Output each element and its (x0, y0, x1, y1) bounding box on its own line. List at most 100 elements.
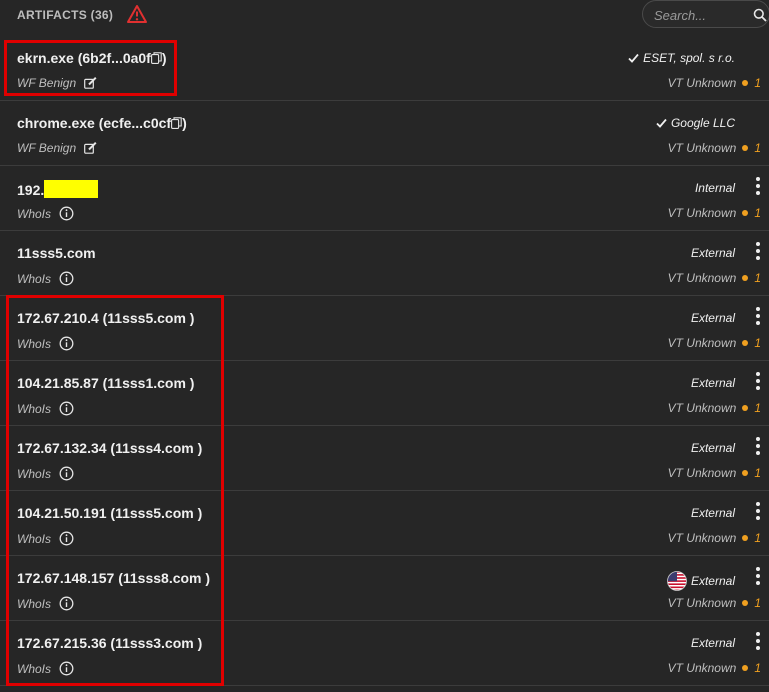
vt-dot-icon (742, 210, 749, 216)
warning-icon[interactable] (126, 4, 148, 24)
artifact-row[interactable]: chrome.exe (ecfe...c0cf) WF Benign Googl… (0, 101, 769, 166)
artifact-subinfo: WhoIs (17, 206, 74, 221)
artifact-name-suffix: ) (182, 115, 187, 131)
check-icon (628, 53, 639, 63)
more-menu-icon[interactable] (755, 502, 761, 520)
vt-dot-icon (742, 535, 749, 541)
artifact-subinfo: WF Benign (17, 141, 97, 155)
vt-status: VT Unknown 1 (668, 76, 761, 90)
copy-icon[interactable] (171, 115, 182, 131)
highlight-box-external-ips (6, 295, 224, 686)
artifact-title[interactable]: chrome.exe (ecfe...c0cf) (17, 115, 187, 131)
vt-label: VT Unknown (667, 271, 737, 285)
artifact-tag: External (690, 506, 735, 520)
vt-count: 1 (754, 401, 761, 415)
artifact-tag: External (690, 311, 735, 325)
edit-icon[interactable] (84, 142, 97, 154)
vt-count: 1 (754, 336, 761, 350)
artifact-tag-group: ESET, spol. s r.o. (628, 51, 735, 65)
vt-status: VT Unknown 1 (668, 531, 761, 545)
vt-label: VT Unknown (667, 401, 737, 415)
vt-count: 1 (754, 141, 761, 155)
artifact-tag-group: External (691, 376, 735, 390)
vt-count: 1 (754, 271, 761, 285)
artifact-verdict: WF Benign (17, 141, 77, 155)
artifact-tag-group: Internal (695, 181, 735, 195)
vt-dot-icon (742, 145, 749, 151)
vt-label: VT Unknown (667, 596, 737, 610)
vt-dot-icon (742, 665, 749, 671)
vt-count: 1 (754, 466, 761, 480)
artifact-name: 192. (17, 182, 45, 198)
artifact-tag: External (690, 376, 735, 390)
vt-status: VT Unknown 1 (668, 206, 761, 220)
vt-count: 1 (754, 596, 761, 610)
more-menu-icon[interactable] (755, 242, 761, 260)
highlight-box-first-artifact (4, 40, 177, 96)
artifact-tag-group: Google LLC (656, 116, 735, 130)
vt-dot-icon (742, 405, 749, 411)
us-flag-icon (667, 571, 687, 591)
artifact-tag: External (690, 636, 735, 650)
vt-dot-icon (742, 470, 749, 476)
vt-dot-icon (742, 600, 749, 606)
vt-status: VT Unknown 1 (668, 401, 761, 415)
vt-status: VT Unknown 1 (668, 596, 761, 610)
artifact-tag: External (690, 246, 735, 260)
artifact-verdict: WhoIs (17, 271, 52, 286)
artifact-tag: Internal (694, 181, 735, 195)
artifact-tag: Google LLC (670, 116, 735, 130)
artifact-title[interactable]: 11sss5.com (17, 245, 96, 261)
info-icon[interactable] (59, 271, 74, 286)
vt-dot-icon (742, 80, 749, 86)
artifact-row[interactable]: 11sss5.com WhoIs External VT Unknown 1 (0, 231, 769, 296)
check-icon (656, 118, 667, 128)
vt-status: VT Unknown 1 (668, 271, 761, 285)
more-menu-icon[interactable] (755, 372, 761, 390)
vt-label: VT Unknown (667, 466, 737, 480)
vt-status: VT Unknown 1 (668, 336, 761, 350)
vt-count: 1 (754, 531, 761, 545)
artifact-tag: External (690, 574, 735, 588)
more-menu-icon[interactable] (755, 307, 761, 325)
artifact-tag-group: External (691, 311, 735, 325)
vt-status: VT Unknown 1 (668, 466, 761, 480)
more-menu-icon[interactable] (755, 437, 761, 455)
vt-status: VT Unknown 1 (668, 661, 761, 675)
artifact-tag: External (690, 441, 735, 455)
vt-label: VT Unknown (667, 661, 737, 675)
artifact-subinfo: WhoIs (17, 271, 74, 286)
artifact-name: chrome.exe (ecfe...c0cf (17, 115, 172, 131)
artifact-verdict: WhoIs (17, 206, 52, 221)
redaction-highlight (44, 180, 99, 198)
more-menu-icon[interactable] (755, 632, 761, 650)
artifacts-header: ARTIFACTS (36) (0, 0, 769, 32)
vt-status: VT Unknown 1 (668, 141, 761, 155)
search-input[interactable] (652, 5, 746, 25)
artifact-tag-group: External (691, 441, 735, 455)
info-icon[interactable] (59, 206, 74, 221)
artifact-name: 11sss5.com (17, 245, 96, 261)
artifact-tag-group: External (691, 506, 735, 520)
vt-dot-icon (742, 275, 749, 281)
vt-label: VT Unknown (667, 531, 737, 545)
vt-label: VT Unknown (667, 336, 737, 350)
search-box[interactable] (642, 0, 769, 28)
artifact-tag-group: External (691, 636, 735, 650)
more-menu-icon[interactable] (755, 177, 761, 195)
vt-dot-icon (742, 340, 749, 346)
artifact-row[interactable]: 192. WhoIs Internal VT Unknown 1 (0, 166, 769, 231)
vt-count: 1 (754, 76, 761, 90)
artifact-title[interactable]: 192. (17, 180, 99, 198)
vt-count: 1 (754, 206, 761, 220)
artifact-tag-group: External (667, 571, 735, 591)
vt-label: VT Unknown (667, 206, 737, 220)
vt-label: VT Unknown (667, 141, 737, 155)
search-icon[interactable] (753, 8, 767, 22)
vt-label: VT Unknown (667, 76, 737, 90)
artifact-tag: ESET, spol. s r.o. (643, 51, 735, 65)
artifacts-title: ARTIFACTS (36) (17, 8, 114, 22)
vt-count: 1 (754, 661, 761, 675)
more-menu-icon[interactable] (755, 567, 761, 585)
artifact-tag-group: External (691, 246, 735, 260)
